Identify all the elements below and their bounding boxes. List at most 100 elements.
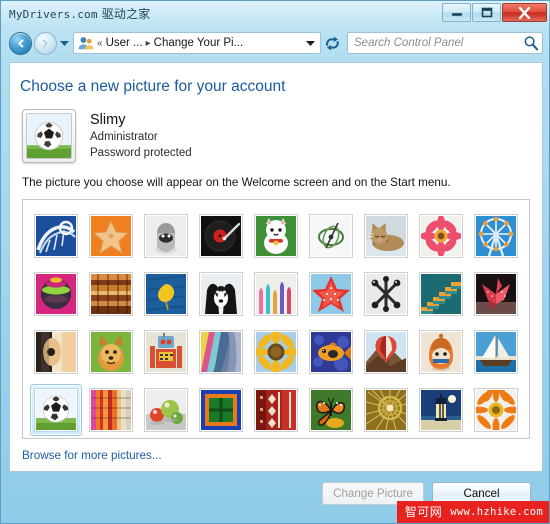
picture-yellow-leaf[interactable]	[140, 268, 192, 320]
toy-robot-thumbnail	[145, 331, 188, 373]
content-pane: Choose a new picture for your account Sl…	[9, 62, 543, 472]
picture-gyroscope[interactable]	[305, 210, 357, 262]
refresh-icon	[325, 36, 339, 50]
picture-tropical-fish[interactable]	[305, 326, 357, 378]
robot-mascot-thumbnail	[145, 215, 188, 257]
colored-bottles-thumbnail	[254, 273, 297, 315]
picture-ferris-wheel[interactable]	[470, 210, 522, 262]
ferris-wheel-thumbnail	[474, 215, 517, 257]
title-bar: MyDrivers.com 驱动之家	[1, 1, 550, 25]
watermark-bottom: 智可网 www.hzhike.com	[396, 501, 549, 523]
window-controls	[442, 3, 547, 22]
account-text: Slimy Administrator Password protected	[90, 111, 192, 160]
red-star-flower-thumbnail	[309, 273, 352, 315]
picture-monarch-butterfly[interactable]	[305, 384, 357, 436]
picture-glass-marbles[interactable]	[140, 384, 192, 436]
account-summary: Slimy Administrator Password protected	[10, 96, 542, 163]
breadcrumb-overflow[interactable]: «	[97, 38, 103, 49]
user-accounts-icon	[78, 37, 94, 50]
picture-red-carpet-weave[interactable]	[250, 384, 302, 436]
picture-kitten[interactable]	[360, 210, 412, 262]
border-collie-thumbnail	[200, 273, 243, 315]
picture-woven-textile[interactable]	[85, 268, 137, 320]
monarch-butterfly-thumbnail	[309, 389, 352, 431]
picture-golden-spiral[interactable]	[360, 384, 412, 436]
pink-gerbera-thumbnail	[419, 215, 462, 257]
close-icon	[518, 6, 531, 19]
search-input[interactable]	[354, 37, 523, 49]
kitten-thumbnail	[364, 215, 407, 257]
forward-button[interactable]	[34, 31, 57, 55]
back-arrow-icon	[18, 38, 24, 48]
picture-sunflower[interactable]	[250, 326, 302, 378]
picture-acoustic-guitar[interactable]	[30, 326, 82, 378]
browse-for-more-pictures-link[interactable]: Browse for more pictures...	[22, 449, 162, 462]
picture-daruma-doll[interactable]	[415, 326, 467, 378]
watermark-bottom-url: www.hzhike.com	[450, 505, 543, 518]
picture-pink-gerbera[interactable]	[415, 210, 467, 262]
picture-robot-mascot[interactable]	[140, 210, 192, 262]
picture-origami-crane[interactable]	[470, 268, 522, 320]
yellow-leaf-thumbnail	[145, 273, 188, 315]
address-dropdown-button[interactable]	[302, 33, 318, 53]
soccer-ball-icon	[27, 114, 71, 158]
close-button[interactable]	[502, 3, 547, 22]
acoustic-guitar-thumbnail	[35, 331, 78, 373]
picture-lantern-night[interactable]	[415, 384, 467, 436]
description-text: The picture you choose will appear on th…	[22, 176, 451, 189]
picture-striped-cloth[interactable]	[85, 384, 137, 436]
picture-lucky-cat[interactable]	[250, 210, 302, 262]
page-title: Choose a new picture for your account	[20, 78, 286, 95]
picture-soccer-ball[interactable]	[30, 384, 83, 436]
minimize-button[interactable]	[442, 3, 471, 22]
account-role: Administrator	[90, 131, 158, 144]
watermark-bottom-cn: 智可网	[404, 505, 443, 519]
orange-gerbera-thumbnail	[474, 389, 517, 431]
record-turntable-thumbnail	[200, 215, 243, 257]
picture-red-star-flower[interactable]	[305, 268, 357, 320]
picture-starfish-orange[interactable]	[85, 210, 137, 262]
breadcrumb-segment-current[interactable]: Change Your Pi...	[154, 37, 244, 49]
picture-colored-bottles[interactable]	[250, 268, 302, 320]
picture-striped-ball[interactable]	[30, 268, 82, 320]
address-breadcrumb-bar[interactable]: « User ... ▸ Change Your Pi...	[73, 32, 321, 54]
sunflower-thumbnail	[254, 331, 297, 373]
glass-marbles-thumbnail	[145, 389, 188, 431]
picture-metal-jacks[interactable]	[360, 268, 412, 320]
account-protection: Password protected	[90, 146, 192, 159]
breadcrumb-separator: ▸	[145, 37, 151, 49]
maximize-button[interactable]	[472, 3, 501, 22]
picture-pomeranian-dog[interactable]	[85, 326, 137, 378]
picture-green-window[interactable]	[195, 384, 247, 436]
metal-jacks-thumbnail	[364, 273, 407, 315]
picture-orange-gerbera[interactable]	[470, 384, 522, 436]
search-box[interactable]	[347, 32, 543, 54]
picture-draped-fabric[interactable]	[195, 326, 247, 378]
picture-sailboat[interactable]	[470, 326, 522, 378]
refresh-button[interactable]	[322, 32, 342, 54]
pomeranian-dog-thumbnail	[90, 331, 133, 373]
search-icon[interactable]	[523, 35, 539, 51]
picture-toy-robot[interactable]	[140, 326, 192, 378]
breadcrumb-segment-user[interactable]: User ...	[106, 37, 143, 49]
picture-hot-air-balloon[interactable]	[360, 326, 412, 378]
red-carpet-weave-thumbnail	[254, 389, 297, 431]
lantern-night-thumbnail	[419, 389, 462, 431]
draped-fabric-thumbnail	[200, 331, 243, 373]
picture-border-collie[interactable]	[195, 268, 247, 320]
picture-orange-stairs[interactable]	[415, 268, 467, 320]
golden-spiral-thumbnail	[364, 389, 407, 431]
striped-cloth-thumbnail	[90, 389, 133, 431]
green-window-thumbnail	[200, 389, 243, 431]
origami-crane-thumbnail	[474, 273, 517, 315]
chevron-down-icon	[59, 41, 69, 46]
watermark-top-latin: MyDrivers.com	[9, 8, 98, 21]
avatar-image	[26, 113, 72, 159]
recent-pages-dropdown[interactable]	[57, 32, 71, 54]
maximize-icon	[481, 7, 492, 18]
navigation-bar: « User ... ▸ Change Your Pi...	[1, 25, 550, 61]
picture-record-turntable[interactable]	[195, 210, 247, 262]
picture-roller-coaster[interactable]	[30, 210, 82, 262]
daruma-doll-thumbnail	[419, 331, 462, 373]
back-button[interactable]	[9, 31, 32, 55]
